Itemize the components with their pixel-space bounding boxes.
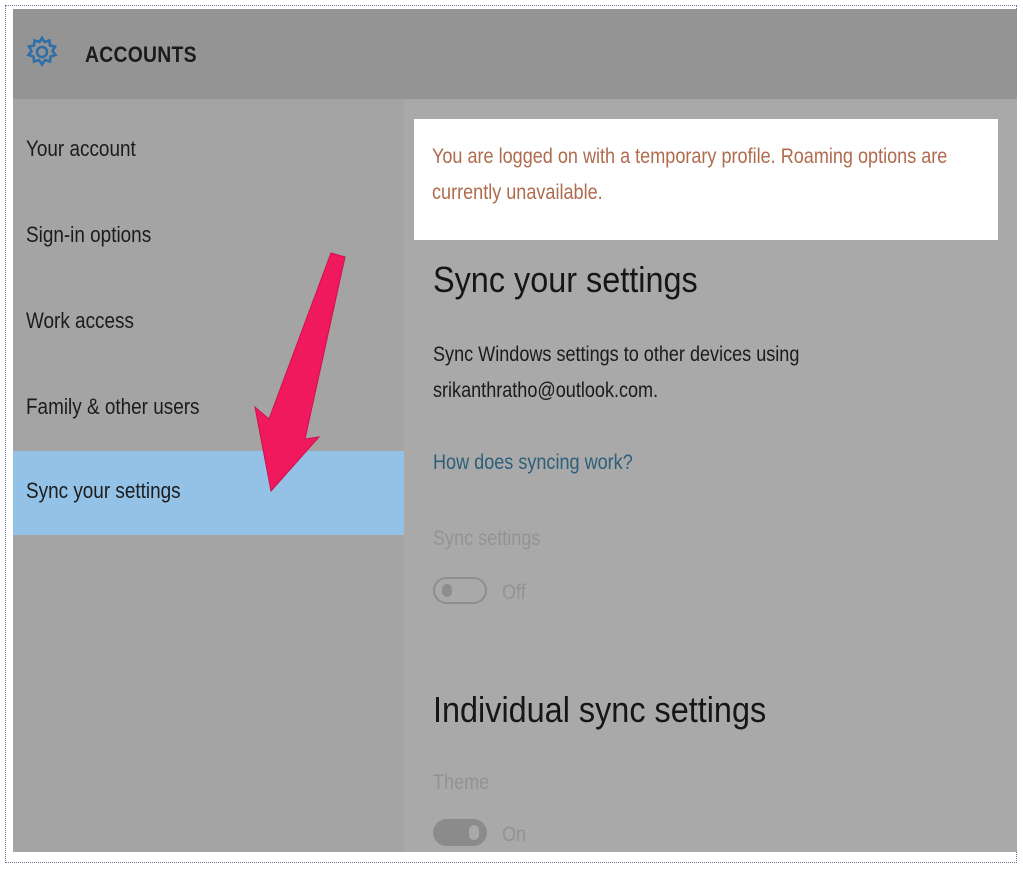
app-header: ACCOUNTS (13, 9, 1017, 99)
gear-icon (26, 35, 58, 67)
sync-settings-label: Sync settings (433, 527, 541, 550)
theme-label: Theme (433, 771, 490, 794)
sidebar: Your account Sign-in options Work access… (13, 99, 404, 852)
sidebar-item-work-access[interactable]: Work access (13, 281, 404, 365)
sidebar-item-label: Sync your settings (26, 478, 181, 503)
toggle-knob (469, 825, 479, 840)
how-does-syncing-work-link[interactable]: How does syncing work? (433, 451, 633, 475)
temporary-profile-banner: You are logged on with a temporary profi… (414, 119, 998, 240)
sync-description: Sync Windows settings to other devices u… (433, 343, 800, 402)
sidebar-item-label: Work access (26, 308, 134, 333)
sidebar-item-family-other-users[interactable]: Family & other users (13, 367, 404, 451)
settings-window: ACCOUNTS Your account Sign-in options Wo… (13, 9, 1017, 852)
theme-toggle[interactable] (433, 819, 487, 846)
individual-sync-heading: Individual sync settings (433, 689, 767, 730)
sidebar-item-label: Your account (26, 136, 136, 161)
sync-settings-state: Off (502, 581, 526, 604)
page-title: ACCOUNTS (85, 42, 197, 67)
sidebar-item-sign-in-options[interactable]: Sign-in options (13, 195, 404, 279)
sidebar-item-label: Family & other users (26, 394, 200, 419)
sync-settings-toggle[interactable] (433, 577, 487, 604)
sidebar-item-label: Sign-in options (26, 222, 152, 247)
banner-message: You are logged on with a temporary profi… (432, 145, 948, 204)
sidebar-item-sync-your-settings[interactable]: Sync your settings (13, 451, 404, 535)
toggle-knob (442, 584, 452, 597)
main-pane: You are logged on with a temporary profi… (404, 99, 1017, 852)
theme-state: On (502, 823, 527, 846)
sidebar-item-your-account[interactable]: Your account (13, 109, 404, 193)
section-heading: Sync your settings (433, 259, 698, 300)
